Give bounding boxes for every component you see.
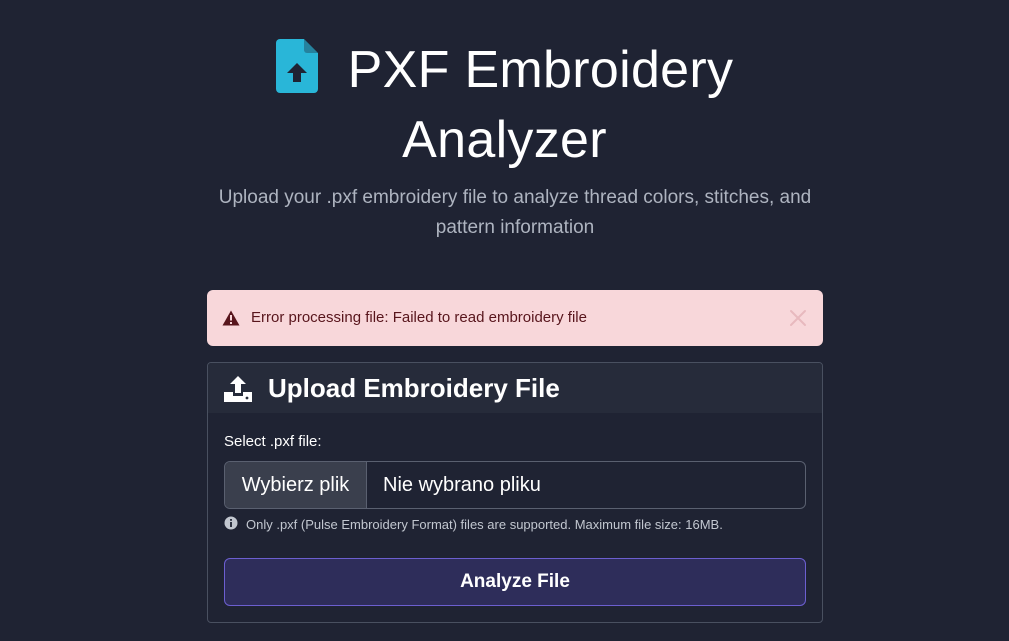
file-help-text: Only .pxf (Pulse Embroidery Format) file…	[224, 516, 723, 533]
page-title-line1: PXF Embroidery	[347, 41, 734, 99]
help-text: Only .pxf (Pulse Embroidery Format) file…	[246, 517, 723, 532]
upload-card-header: Upload Embroidery File	[208, 363, 822, 413]
alert-message: Error processing file: Failed to read em…	[251, 309, 587, 326]
page: PXF Embroidery Analyzer Upload your .pxf…	[0, 0, 1009, 641]
file-field-label: Select .pxf file:	[224, 433, 322, 450]
close-icon[interactable]	[787, 307, 809, 329]
file-upload-icon	[275, 39, 318, 108]
upload-card-title: Upload Embroidery File	[268, 373, 560, 403]
page-title: PXF Embroidery Analyzer	[275, 38, 734, 172]
file-input[interactable]: Wybierz plik Nie wybrano pliku	[224, 461, 806, 509]
page-subtitle: Upload your .pxf embroidery file to anal…	[218, 187, 812, 238]
choose-file-button[interactable]: Wybierz plik	[225, 462, 367, 508]
selected-file-name: Nie wybrano pliku	[383, 473, 541, 496]
info-circle-icon	[224, 516, 238, 533]
analyze-file-button[interactable]: Analyze File	[224, 558, 806, 606]
page-title-line2: Analyzer	[402, 111, 607, 169]
upload-card: Upload Embroidery File Select .pxf file:…	[207, 362, 823, 623]
page-header: PXF Embroidery Analyzer	[0, 38, 1009, 172]
upload-tray-icon	[223, 375, 253, 408]
warning-triangle-icon	[222, 310, 240, 331]
error-alert: Error processing file: Failed to read em…	[207, 290, 823, 346]
